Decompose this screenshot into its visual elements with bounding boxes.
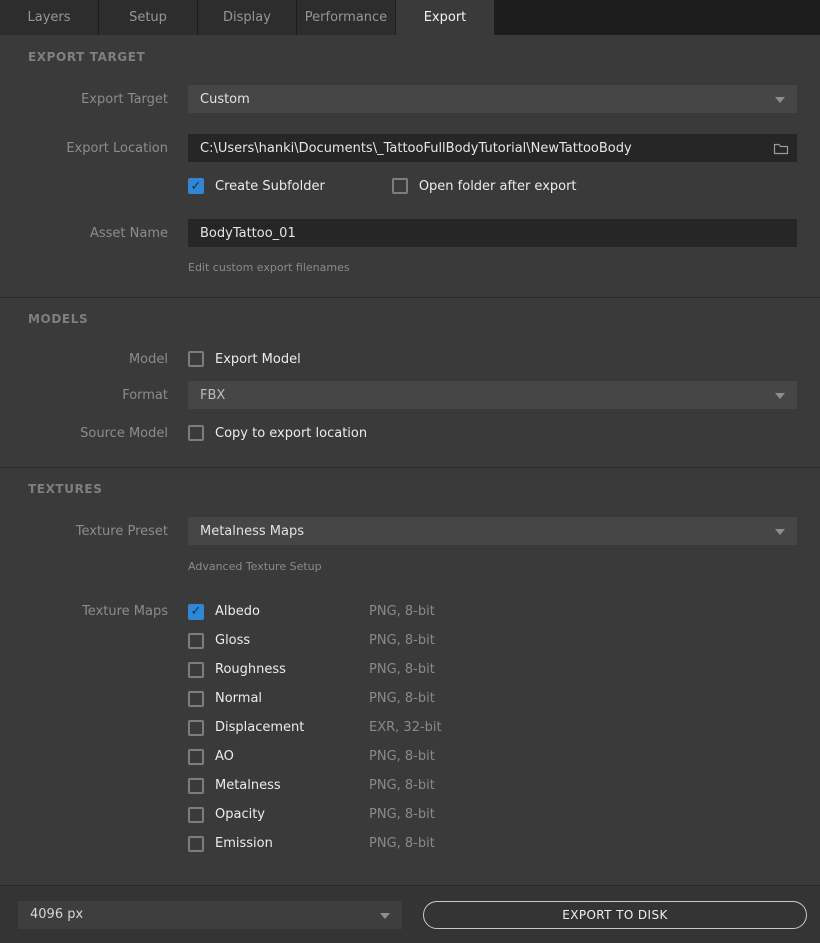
texture-map-row-metalness: Metalness PNG, 8-bit <box>188 771 797 800</box>
chevron-down-icon <box>380 913 390 919</box>
metalness-checkbox[interactable] <box>188 778 204 794</box>
section-divider <box>0 467 820 468</box>
open-folder-label: Open folder after export <box>419 179 577 194</box>
export-target-label: Export Target <box>0 92 168 107</box>
edit-custom-filenames-link[interactable]: Edit custom export filenames <box>188 261 350 274</box>
asset-name-input[interactable] <box>188 219 797 247</box>
roughness-format[interactable]: PNG, 8-bit <box>369 662 435 677</box>
normal-checkbox[interactable] <box>188 691 204 707</box>
texture-map-row-emission: Emission PNG, 8-bit <box>188 829 797 858</box>
source-model-row: Source Model Copy to export location <box>0 425 820 441</box>
metalness-label: Metalness <box>215 778 369 793</box>
opacity-format[interactable]: PNG, 8-bit <box>369 807 435 822</box>
albedo-label: Albedo <box>215 604 369 619</box>
texture-preset-dropdown[interactable]: Metalness Maps <box>188 517 797 545</box>
model-format-dropdown[interactable]: FBX <box>188 381 797 409</box>
texture-map-row-displacement: Displacement EXR, 32-bit <box>188 713 797 742</box>
texture-map-row-albedo: Albedo PNG, 8-bit <box>188 597 797 626</box>
copy-to-export-location-label: Copy to export location <box>215 426 367 441</box>
texture-preset-row: Texture Preset Metalness Maps <box>0 517 820 545</box>
tab-bar: Layers Setup Display Performance Export <box>0 0 820 35</box>
albedo-checkbox[interactable] <box>188 604 204 620</box>
source-model-label: Source Model <box>0 426 168 441</box>
gloss-format[interactable]: PNG, 8-bit <box>369 633 435 648</box>
chevron-down-icon <box>775 97 785 103</box>
normal-format[interactable]: PNG, 8-bit <box>369 691 435 706</box>
texture-map-row-opacity: Opacity PNG, 8-bit <box>188 800 797 829</box>
texture-maps-label: Texture Maps <box>0 597 168 619</box>
copy-to-export-location-checkbox[interactable] <box>188 425 204 441</box>
emission-checkbox[interactable] <box>188 836 204 852</box>
normal-label: Normal <box>215 691 369 706</box>
section-divider <box>0 297 820 298</box>
footer-bar: 4096 px EXPORT TO DISK <box>0 885 820 943</box>
texture-map-row-gloss: Gloss PNG, 8-bit <box>188 626 797 655</box>
roughness-label: Roughness <box>215 662 369 677</box>
section-title-export-target: EXPORT TARGET <box>28 50 820 64</box>
export-location-label: Export Location <box>0 141 168 156</box>
resolution-dropdown[interactable]: 4096 px <box>18 901 402 929</box>
resolution-value: 4096 px <box>30 907 83 922</box>
tab-display[interactable]: Display <box>198 0 296 35</box>
section-title-textures: TEXTURES <box>28 482 820 496</box>
texture-preset-value: Metalness Maps <box>200 524 304 539</box>
folder-icon <box>773 141 789 155</box>
model-label: Model <box>0 352 168 367</box>
export-target-row: Export Target Custom <box>0 85 820 113</box>
texture-map-row-ao: AO PNG, 8-bit <box>188 742 797 771</box>
opacity-label: Opacity <box>215 807 369 822</box>
tab-setup[interactable]: Setup <box>99 0 197 35</box>
emission-label: Emission <box>215 836 369 851</box>
texture-maps-row: Texture Maps Albedo PNG, 8-bit Gloss PNG… <box>0 597 820 858</box>
ao-checkbox[interactable] <box>188 749 204 765</box>
export-model-checkbox[interactable] <box>188 351 204 367</box>
tab-performance[interactable]: Performance <box>297 0 395 35</box>
tab-layers[interactable]: Layers <box>0 0 98 35</box>
emission-format[interactable]: PNG, 8-bit <box>369 836 435 851</box>
asset-name-row: Asset Name <box>0 219 820 247</box>
format-label: Format <box>0 388 168 403</box>
displacement-checkbox[interactable] <box>188 720 204 736</box>
albedo-format[interactable]: PNG, 8-bit <box>369 604 435 619</box>
texture-map-row-normal: Normal PNG, 8-bit <box>188 684 797 713</box>
ao-label: AO <box>215 749 369 764</box>
export-target-value: Custom <box>200 92 250 107</box>
ao-format[interactable]: PNG, 8-bit <box>369 749 435 764</box>
gloss-label: Gloss <box>215 633 369 648</box>
advanced-texture-row: Advanced Texture Setup <box>0 555 820 574</box>
chevron-down-icon <box>775 529 785 535</box>
opacity-checkbox[interactable] <box>188 807 204 823</box>
export-target-dropdown[interactable]: Custom <box>188 85 797 113</box>
export-model-label: Export Model <box>215 352 301 367</box>
section-title-models: MODELS <box>28 312 820 326</box>
displacement-label: Displacement <box>215 720 369 735</box>
create-subfolder-label: Create Subfolder <box>215 179 325 194</box>
edit-filenames-row: Edit custom export filenames <box>0 256 820 275</box>
browse-folder-button[interactable] <box>771 139 791 157</box>
model-format-value: FBX <box>200 388 225 403</box>
export-location-input[interactable] <box>188 134 797 162</box>
texture-preset-label: Texture Preset <box>0 524 168 539</box>
texture-map-row-roughness: Roughness PNG, 8-bit <box>188 655 797 684</box>
asset-name-label: Asset Name <box>0 226 168 241</box>
displacement-format[interactable]: EXR, 32-bit <box>369 720 442 735</box>
export-to-disk-button[interactable]: EXPORT TO DISK <box>423 901 807 929</box>
metalness-format[interactable]: PNG, 8-bit <box>369 778 435 793</box>
export-location-row: Export Location <box>0 134 820 162</box>
tab-export[interactable]: Export <box>396 0 494 35</box>
roughness-checkbox[interactable] <box>188 662 204 678</box>
advanced-texture-setup-link[interactable]: Advanced Texture Setup <box>188 560 322 573</box>
create-subfolder-checkbox[interactable] <box>188 178 204 194</box>
open-folder-checkbox[interactable] <box>392 178 408 194</box>
texture-maps-list: Albedo PNG, 8-bit Gloss PNG, 8-bit Rough… <box>188 597 797 858</box>
gloss-checkbox[interactable] <box>188 633 204 649</box>
export-model-row: Model Export Model <box>0 351 820 367</box>
subfolder-options-row: Create Subfolder Open folder after expor… <box>0 178 820 194</box>
chevron-down-icon <box>775 393 785 399</box>
model-format-row: Format FBX <box>0 381 820 409</box>
